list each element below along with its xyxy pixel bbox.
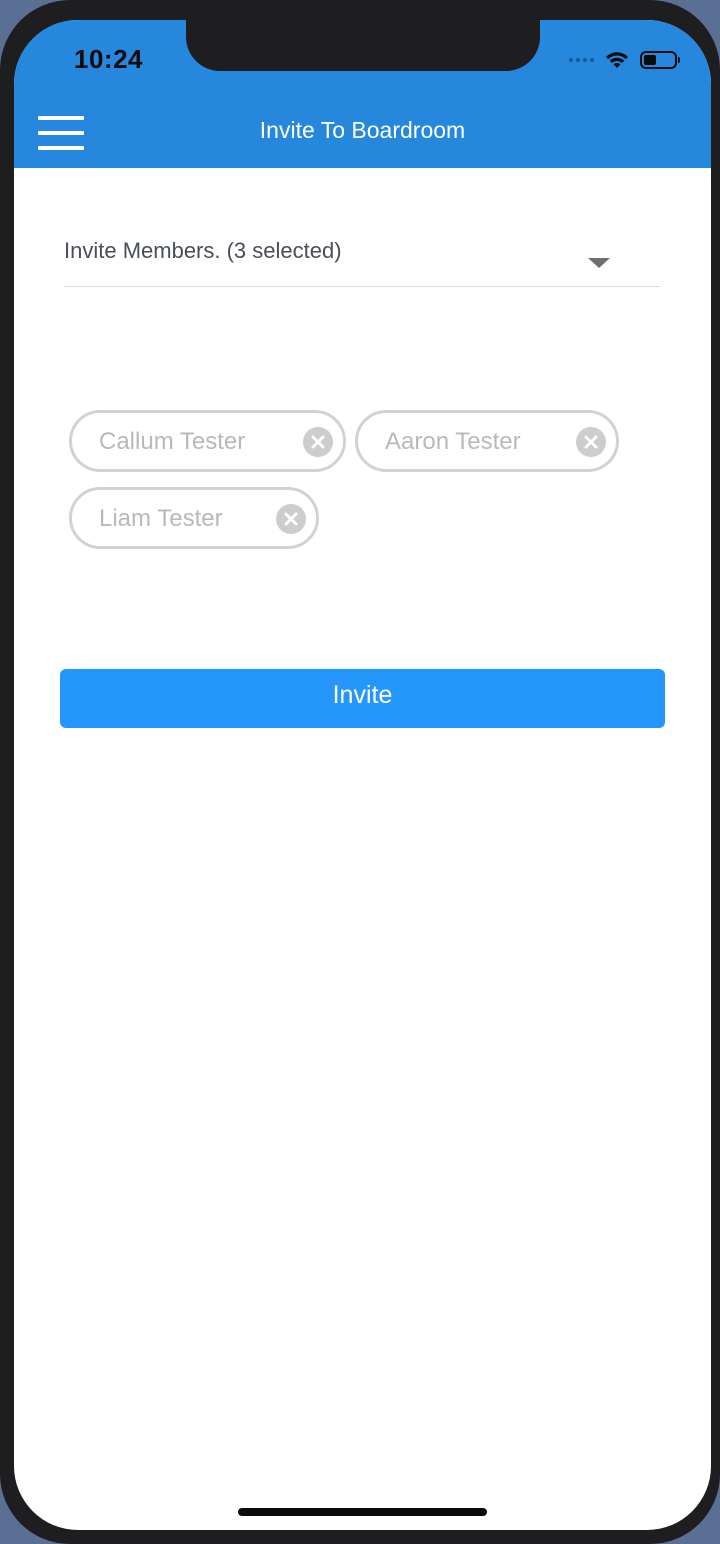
device-frame: 10:24 Invite To Boardroom Invite Members… [0,0,720,1544]
invite-members-dropdown[interactable]: Invite Members. (3 selected) [64,220,660,287]
page-title: Invite To Boardroom [259,117,466,143]
caret-down-icon [588,258,610,268]
signal-icon [569,58,594,62]
member-chip-label: Callum Tester [99,428,246,455]
member-chip-callum: Callum Tester [69,410,346,472]
app-screen: 10:24 Invite To Boardroom Invite Members… [14,20,711,1530]
remove-member-icon[interactable] [303,427,333,457]
wifi-icon [606,52,628,68]
member-chip-label: Aaron Tester [385,428,521,455]
battery-icon [640,51,680,69]
status-time: 10:24 [74,44,143,74]
remove-member-icon[interactable] [576,427,606,457]
dropdown-label: Invite Members. (3 selected) [64,238,342,263]
member-chip-label: Liam Tester [99,505,223,532]
member-chip-aaron: Aaron Tester [355,410,619,472]
home-indicator[interactable] [238,1508,487,1516]
invite-button[interactable]: Invite [60,669,665,728]
remove-member-icon[interactable] [276,504,306,534]
member-chip-liam: Liam Tester [69,487,319,549]
status-icons [569,47,680,73]
device-notch [186,20,540,71]
